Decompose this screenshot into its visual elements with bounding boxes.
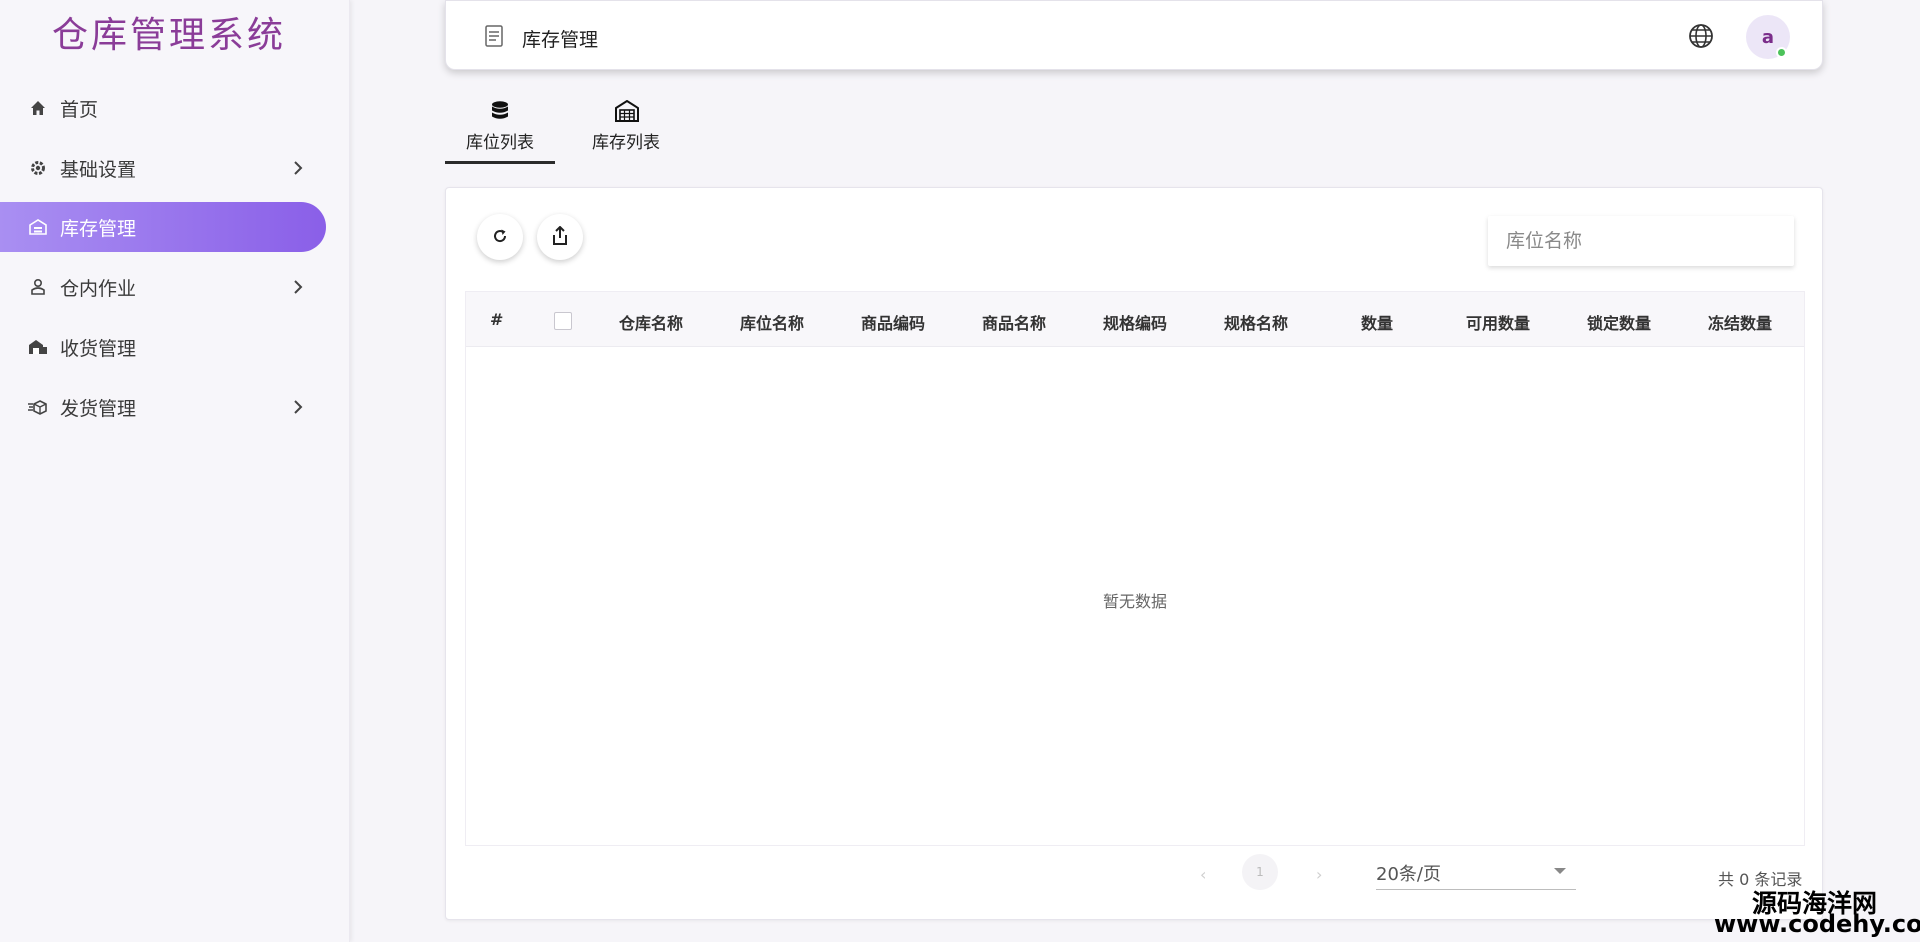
main-card: # 仓库名称 库位名称 商品编码 商品名称 规格编码 规格名称 数量 可用数量 … (445, 187, 1823, 920)
watermark-url: www.codehy.com (1714, 910, 1920, 938)
sidebar-item-label: 库存管理 (60, 217, 137, 240)
sidebar-item-receiving[interactable]: 收货管理 (0, 322, 326, 372)
sidebar-item-label: 基础设置 (60, 158, 137, 181)
column-header-location-name: 库位名称 (740, 314, 805, 333)
chevron-right-icon (288, 158, 308, 178)
home-icon (28, 98, 48, 118)
receiving-icon (28, 337, 48, 357)
tab-location-list[interactable]: 库位列表 (445, 96, 555, 164)
column-header-spec-name: 规格名称 (1224, 314, 1289, 333)
sidebar-item-home[interactable]: 首页 (0, 83, 326, 133)
select-all-checkbox[interactable] (554, 312, 572, 330)
column-header-available-qty: 可用数量 (1466, 314, 1531, 333)
app-title: 仓库管理系统 (52, 15, 287, 56)
data-table: # 仓库名称 库位名称 商品编码 商品名称 规格编码 规格名称 数量 可用数量 … (465, 291, 1805, 846)
sidebar-item-label: 仓内作业 (60, 277, 137, 300)
column-header-warehouse-name: 仓库名称 (619, 314, 684, 333)
column-header-spec-code: 规格编码 (1103, 314, 1168, 333)
page-size-select[interactable]: 20条/页 (1376, 860, 1576, 890)
document-icon (484, 25, 504, 47)
tab-bar: 库位列表 库存列表 (445, 96, 845, 164)
table-header: # 仓库名称 库位名称 商品编码 商品名称 规格编码 规格名称 数量 可用数量 … (466, 292, 1804, 347)
sidebar-item-warehouse-ops[interactable]: 仓内作业 (0, 262, 326, 312)
chevron-right-icon (288, 277, 308, 297)
chevron-right-icon (288, 397, 308, 417)
column-header-product-code: 商品编码 (861, 314, 926, 333)
tab-label: 库存列表 (592, 133, 660, 153)
database-icon (489, 100, 511, 122)
share-icon (551, 225, 569, 249)
sidebar-item-shipping[interactable]: 发货管理 (0, 382, 326, 432)
sidebar-item-label: 收货管理 (60, 337, 137, 360)
globe-icon[interactable] (1688, 23, 1714, 49)
export-button[interactable] (537, 214, 583, 260)
warehouse-icon (28, 217, 48, 237)
next-page-button[interactable]: › (1316, 865, 1322, 884)
column-header-product-name: 商品名称 (982, 314, 1047, 333)
sidebar-item-label: 首页 (60, 98, 99, 121)
worker-icon (28, 277, 48, 297)
sidebar-item-inventory[interactable]: 库存管理 (0, 202, 326, 252)
current-page-button[interactable]: 1 (1242, 854, 1278, 890)
warehouse-icon (615, 99, 639, 122)
empty-state-text: 暂无数据 (1102, 592, 1167, 611)
top-header: 库存管理 a (445, 0, 1823, 70)
page-title: 库存管理 (522, 29, 599, 51)
page-size-value: 20条/页 (1376, 864, 1441, 885)
refresh-button[interactable] (477, 214, 523, 260)
online-status-dot (1776, 47, 1787, 58)
column-header-locked-qty: 锁定数量 (1587, 314, 1652, 333)
column-header-frozen-qty: 冻结数量 (1708, 314, 1773, 333)
column-header-index: # (490, 310, 504, 329)
refresh-icon (491, 227, 509, 248)
gear-icon (28, 158, 48, 178)
sidebar: 仓库管理系统 首页 基础设置 库存管理 仓内作业 收货管理 发货管理 (0, 0, 350, 942)
search-input[interactable] (1488, 216, 1794, 266)
tab-stock-list[interactable]: 库存列表 (571, 96, 681, 164)
caret-down-icon (1554, 868, 1566, 874)
sidebar-item-basic-settings[interactable]: 基础设置 (0, 143, 326, 193)
sidebar-item-label: 发货管理 (60, 397, 137, 420)
tab-label: 库位列表 (466, 133, 534, 153)
column-header-quantity: 数量 (1361, 314, 1394, 333)
prev-page-button[interactable]: ‹ (1200, 865, 1206, 884)
shipping-icon (28, 397, 48, 417)
